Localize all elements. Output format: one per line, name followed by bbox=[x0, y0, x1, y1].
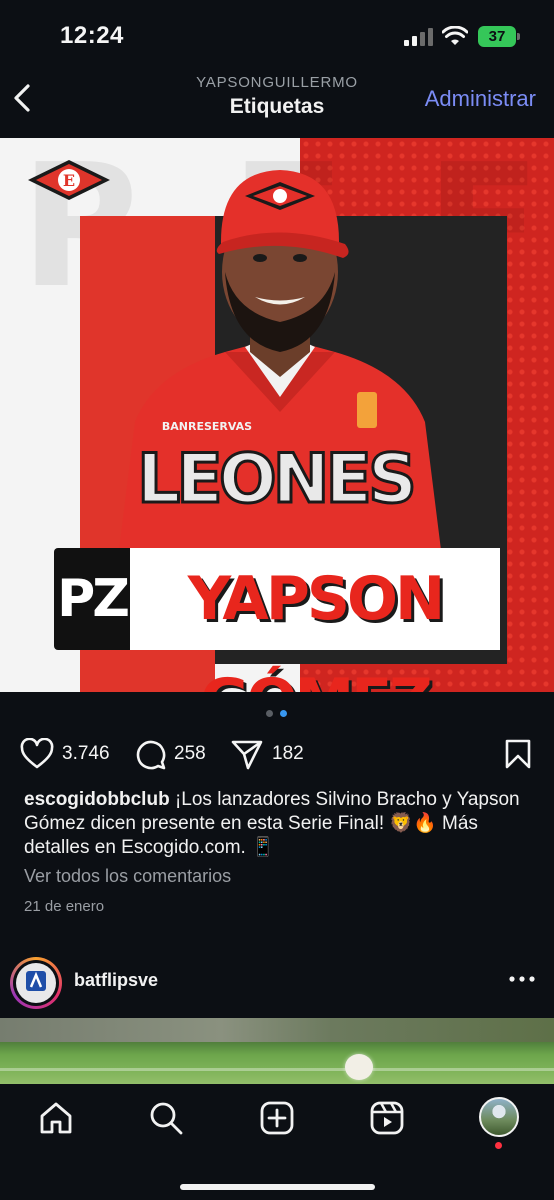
home-indicator bbox=[180, 1184, 375, 1190]
batflips-logo-icon bbox=[26, 971, 46, 991]
story-ring-avatar[interactable] bbox=[10, 957, 62, 1009]
manage-button[interactable]: Administrar bbox=[425, 86, 536, 112]
comment-icon bbox=[136, 740, 166, 770]
reels-icon[interactable] bbox=[369, 1100, 405, 1136]
comment-count: 258 bbox=[174, 743, 206, 764]
battery-indicator: 37 bbox=[478, 26, 520, 47]
next-post-header: batflipsve bbox=[0, 954, 554, 1010]
like-count: 3.746 bbox=[62, 743, 110, 764]
profile-avatar[interactable] bbox=[479, 1097, 519, 1137]
post-image[interactable]: R E F E LEONES BANRESERVAS PZ bbox=[0, 138, 554, 692]
player-name: YAPSON GÓMEZ bbox=[130, 548, 500, 692]
carousel-dot-1 bbox=[266, 710, 273, 717]
send-icon bbox=[231, 740, 263, 770]
wifi-icon bbox=[442, 26, 468, 45]
like-button[interactable]: 3.746 bbox=[20, 738, 120, 770]
status-bar: 12:24 37 bbox=[0, 0, 554, 70]
logo-letter: E bbox=[63, 171, 75, 190]
more-options-icon[interactable] bbox=[508, 968, 536, 990]
clock: 12:24 bbox=[60, 22, 124, 49]
avatar bbox=[16, 963, 56, 1003]
share-count: 182 bbox=[272, 743, 304, 764]
cellular-signal-icon bbox=[404, 28, 433, 46]
home-icon[interactable] bbox=[38, 1100, 74, 1136]
bookmark-icon bbox=[505, 739, 531, 769]
top-header: YAPSONGUILLERMO Etiquetas Administrar bbox=[0, 70, 554, 130]
post-caption: escogidobbclub ¡Los lanzadores Silvino B… bbox=[24, 788, 534, 860]
caption-username[interactable]: escogidobbclub bbox=[24, 789, 170, 810]
jersey-team-name: LEONES bbox=[137, 440, 413, 519]
comment-button[interactable]: 258 bbox=[134, 738, 224, 770]
notification-dot bbox=[495, 1142, 502, 1149]
create-icon[interactable] bbox=[259, 1100, 295, 1136]
view-all-comments-link[interactable]: Ver todos los comentarios bbox=[24, 866, 231, 887]
next-post-image[interactable] bbox=[0, 1018, 554, 1084]
post-date: 21 de enero bbox=[24, 898, 105, 915]
carousel-dot-2-active bbox=[280, 710, 287, 717]
position-badge: PZ bbox=[54, 548, 130, 650]
save-button[interactable] bbox=[504, 738, 532, 770]
jersey-sponsor: BANRESERVAS bbox=[162, 420, 252, 433]
post-actions: 3.746 258 182 bbox=[0, 732, 554, 776]
heart-icon bbox=[20, 738, 54, 769]
baseball bbox=[345, 1054, 373, 1080]
search-icon[interactable] bbox=[148, 1100, 184, 1136]
player-name-banner: PZ YAPSON GÓMEZ bbox=[54, 548, 500, 692]
carousel-indicator bbox=[266, 710, 290, 718]
next-post-username[interactable]: batflipsve bbox=[74, 970, 158, 991]
bottom-tab-bar bbox=[0, 1084, 554, 1200]
share-button[interactable]: 182 bbox=[231, 738, 321, 770]
